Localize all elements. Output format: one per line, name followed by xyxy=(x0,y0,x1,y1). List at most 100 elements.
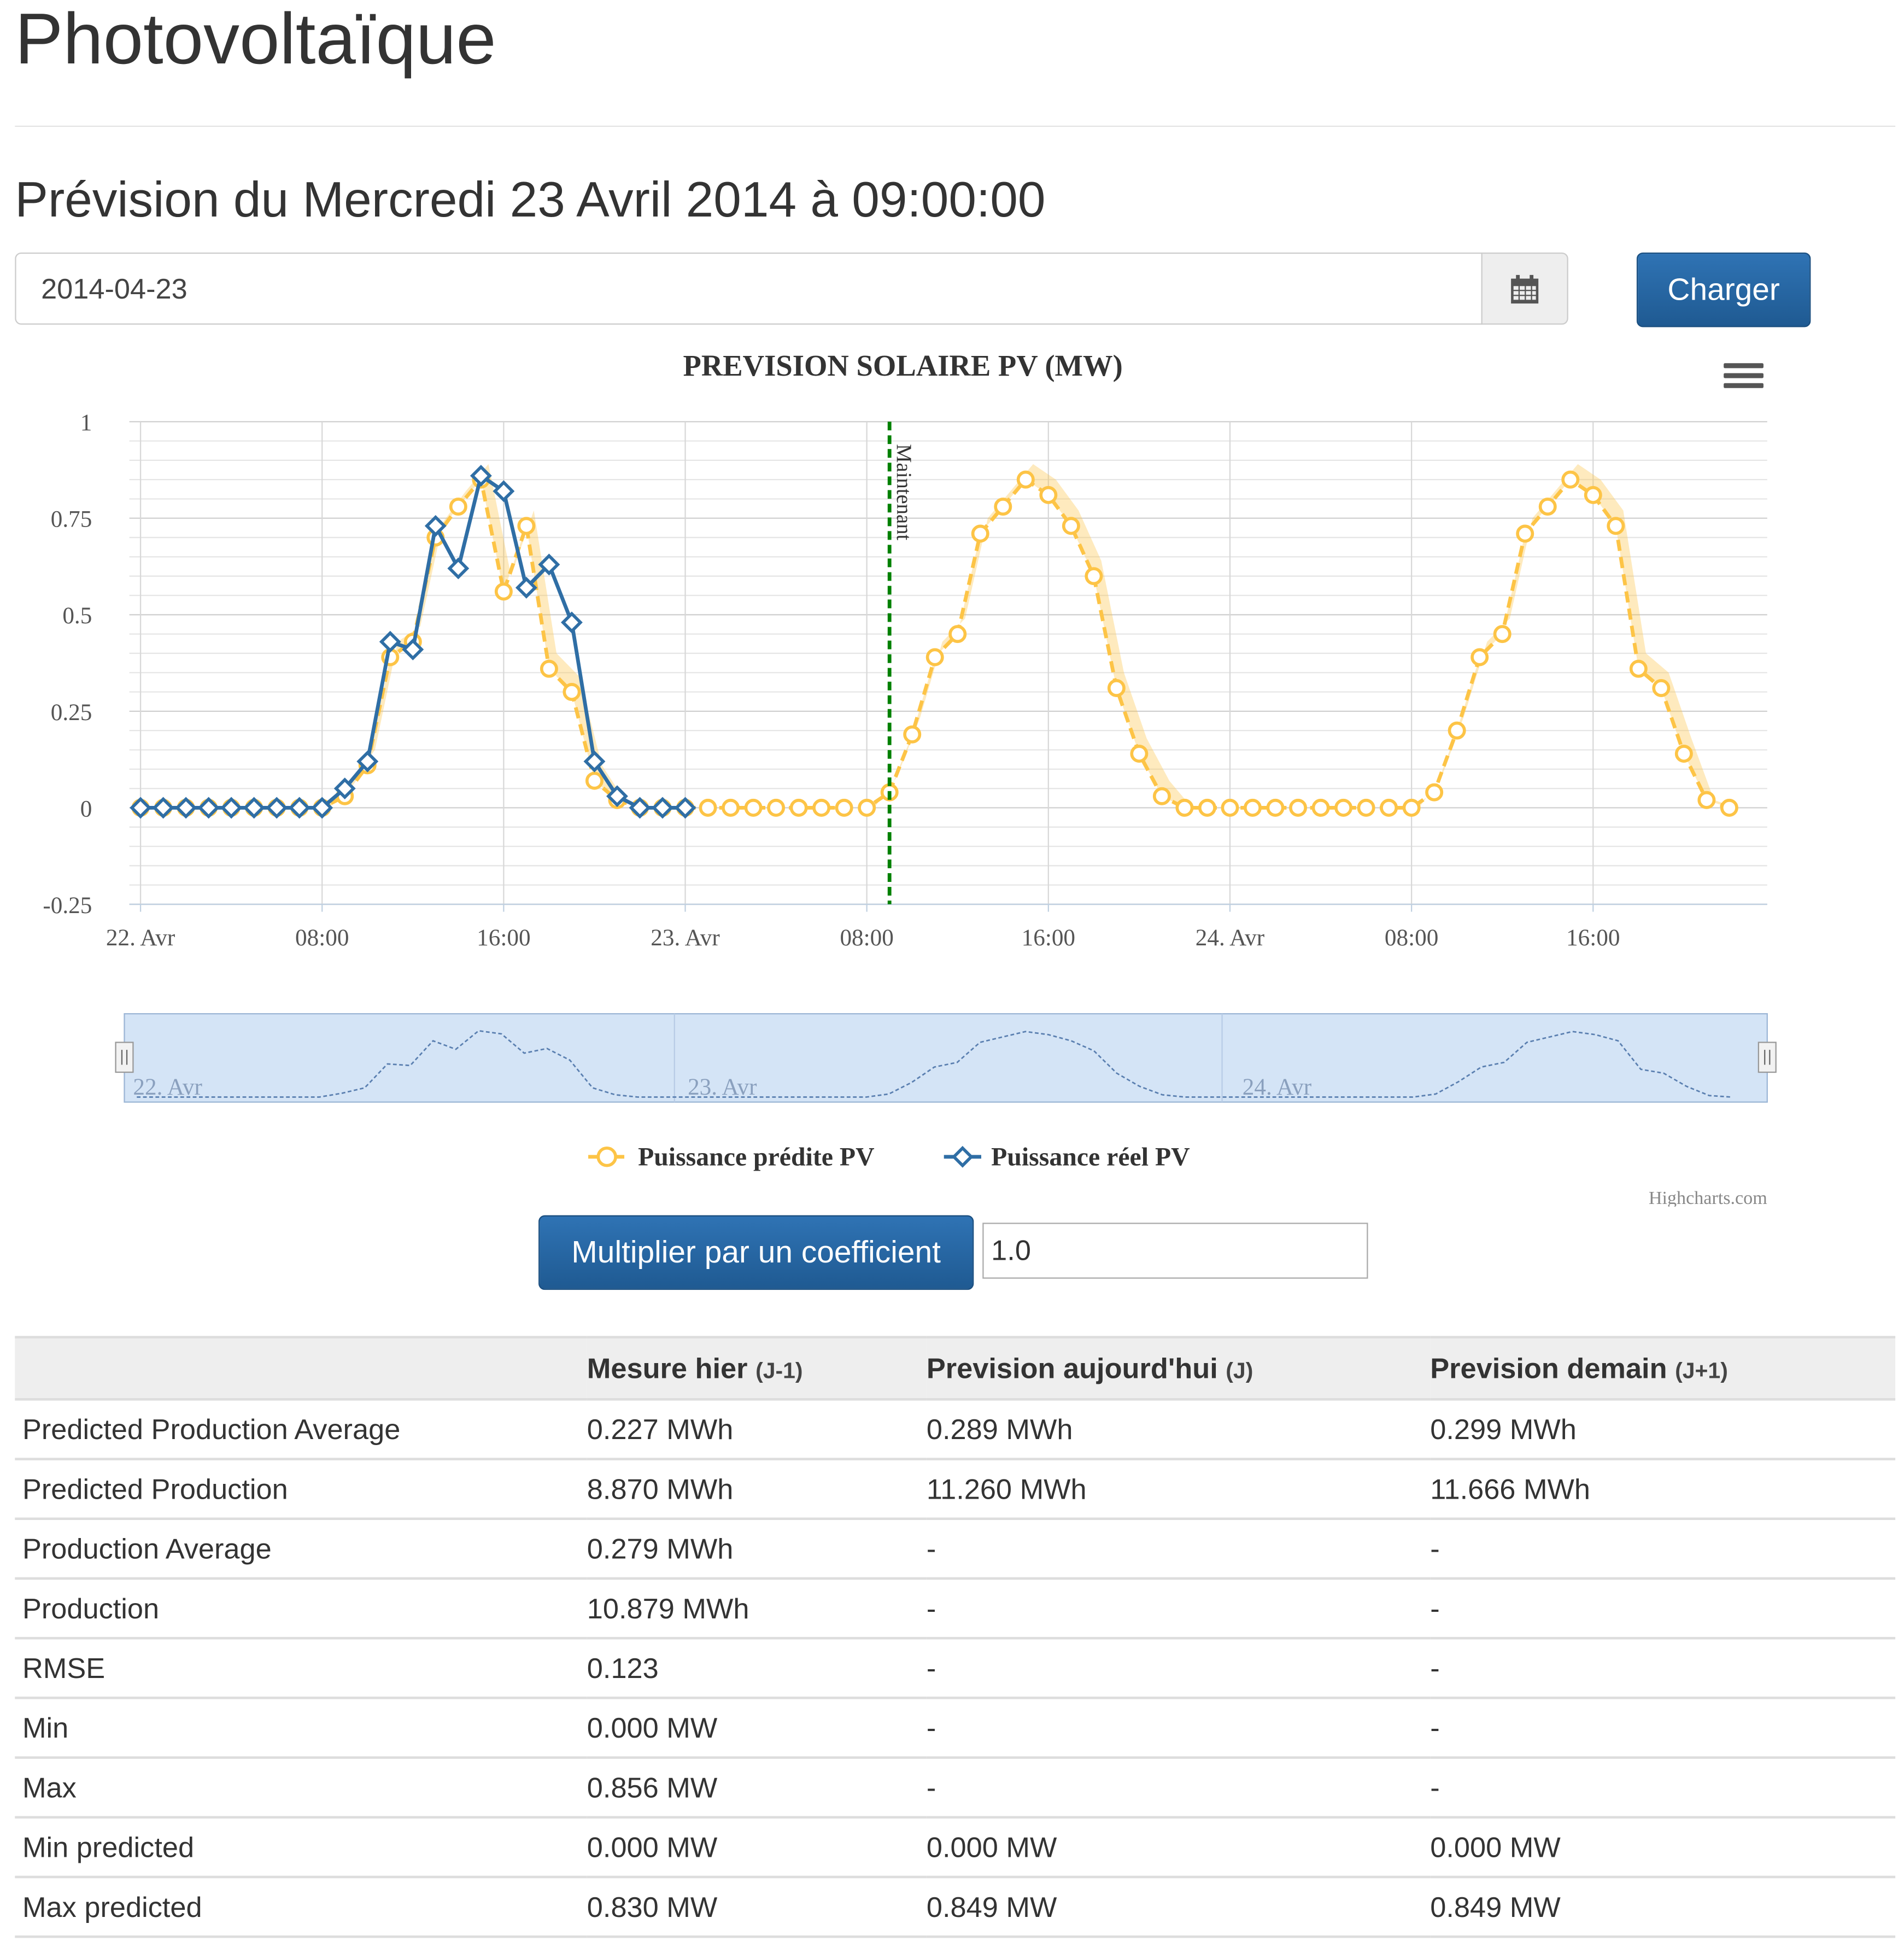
actual-series xyxy=(130,465,696,819)
x-tick-label: 16:00 xyxy=(1022,925,1075,951)
y-tick-label: 1 xyxy=(80,410,92,436)
legend-diamond-marker xyxy=(951,1145,974,1168)
hamburger-menu-icon[interactable] xyxy=(1724,363,1764,388)
predicted-point xyxy=(1720,798,1738,817)
predicted-point xyxy=(858,798,876,817)
predicted-point xyxy=(1062,517,1080,535)
predicted-point xyxy=(1697,791,1716,809)
page-title: Photovoltaïque xyxy=(15,0,496,80)
x-tick-label: 08:00 xyxy=(840,925,893,951)
navigator[interactable]: 22. Avr 23. Avr 24. Avr xyxy=(115,1013,1777,1103)
predicted-point xyxy=(1448,721,1466,740)
x-axis: 22. Avr 08:00 16:00 23. Avr 08:00 16:00 24. Av… xyxy=(106,904,1620,951)
predicted-point xyxy=(1289,798,1308,817)
x-tick-label: 23. Avr xyxy=(651,925,720,951)
predicted-point xyxy=(1152,787,1171,805)
actual-point xyxy=(560,611,583,634)
load-button[interactable]: Charger xyxy=(1636,252,1811,328)
navigator-label: 24. Avr xyxy=(1243,1074,1312,1100)
predicted-point xyxy=(971,524,989,543)
legend-item-actual[interactable]: Puissance réel PV xyxy=(944,1143,1190,1172)
credits-link[interactable]: Highcharts.com xyxy=(1649,1188,1767,1207)
predicted-point xyxy=(1130,745,1149,763)
page-root: Photovoltaïque Prévision du Mercredi 23 … xyxy=(0,0,1904,1946)
predicted-point xyxy=(722,798,740,817)
table-row: Production 10.879 MWh - - xyxy=(15,1578,1896,1640)
predicted-point xyxy=(1039,486,1058,504)
x-tick-label: 24. Avr xyxy=(1196,925,1265,951)
predicted-point xyxy=(744,798,763,817)
predicted-point xyxy=(1629,659,1648,678)
predicted-point xyxy=(903,725,922,744)
predicted-point xyxy=(563,683,581,701)
predicted-point xyxy=(789,798,808,817)
predicted-point xyxy=(540,659,558,678)
legend-item-predicted[interactable]: Puissance prédite PV xyxy=(588,1143,875,1172)
predicted-point xyxy=(494,582,513,601)
predicted-point xyxy=(948,625,967,644)
multiply-coefficient-button[interactable]: Multiplier par un coefficient xyxy=(538,1215,974,1290)
predicted-point xyxy=(994,498,1012,516)
navigator-handle[interactable] xyxy=(1757,1042,1777,1073)
predicted-point xyxy=(1357,798,1375,817)
predicted-point xyxy=(1380,798,1398,817)
table-row: Production Average 0.279 MWh - - xyxy=(15,1518,1896,1580)
predicted-point xyxy=(1085,567,1103,586)
predicted-point xyxy=(1175,798,1194,817)
divider xyxy=(15,125,1896,127)
now-plot-line: Maintenant xyxy=(887,422,915,904)
predicted-point xyxy=(1221,798,1239,817)
predicted-point xyxy=(1607,517,1625,535)
date-picker-group xyxy=(15,252,1569,328)
table-row: Max 0.856 MW - - xyxy=(15,1757,1896,1819)
navigator-selection xyxy=(124,1013,1768,1103)
navigator-label: 22. Avr xyxy=(133,1074,202,1100)
table-row: Min 0.000 MW - - xyxy=(15,1698,1896,1759)
predicted-point xyxy=(1334,798,1353,817)
predicted-point xyxy=(1674,745,1693,763)
predicted-point xyxy=(1516,524,1534,543)
y-tick-label: 0.5 xyxy=(62,603,92,629)
y-tick-label: 0.25 xyxy=(51,699,92,726)
calendar-icon xyxy=(1511,274,1539,304)
x-tick-label: 08:00 xyxy=(1385,925,1438,951)
predicted-point xyxy=(1652,679,1671,697)
table-header-yesterday: Mesure hier (J-1) xyxy=(587,1336,927,1401)
navigator-handle[interactable] xyxy=(115,1042,134,1073)
predicted-series-line xyxy=(140,475,1730,810)
table-row: Predicted Production 8.870 MWh 11.260 MWh 1… xyxy=(15,1459,1896,1521)
predicted-point xyxy=(517,517,536,535)
predicted-point xyxy=(835,798,853,817)
predicted-point xyxy=(1016,470,1035,489)
table-header-tomorrow: Prevision demain (J+1) xyxy=(1430,1336,1896,1401)
predicted-point xyxy=(1198,798,1216,817)
predicted-point xyxy=(767,798,786,817)
legend-circle-marker xyxy=(596,1146,617,1167)
actual-point xyxy=(447,557,470,580)
coefficient-input[interactable] xyxy=(982,1223,1368,1279)
table-header-row: Mesure hier (J-1) Prevision aujourd'hui … xyxy=(15,1336,1896,1401)
table-row: Min predicted 0.000 MW 0.000 MW 0.000 MW xyxy=(15,1817,1896,1879)
calendar-button[interactable] xyxy=(1481,252,1568,325)
table-row: Predicted Production Average 0.227 MWh 0.2… xyxy=(15,1399,1896,1460)
table-row: Max predicted 0.830 MW 0.849 MW 0.849 MW xyxy=(15,1876,1896,1938)
predicted-point xyxy=(449,498,467,516)
x-tick-label: 08:00 xyxy=(295,925,349,951)
x-tick-label: 16:00 xyxy=(477,925,530,951)
x-tick-label: 22. Avr xyxy=(106,925,175,951)
predicted-point xyxy=(1561,470,1580,489)
legend-label: Puissance réel PV xyxy=(991,1143,1190,1172)
predicted-point xyxy=(1471,648,1489,666)
pv-forecast-chart: PREVISION SOLAIRE PV (MW) 1 0.75 0.5 0.25 0 -… xyxy=(43,349,1777,1207)
chart-grid xyxy=(129,421,1767,905)
now-line-label: Maintenant xyxy=(892,444,915,540)
table-row: RMSE 0.123- - xyxy=(15,1638,1896,1699)
predicted-point xyxy=(1402,798,1421,817)
x-tick-label: 16:00 xyxy=(1566,925,1620,951)
predicted-point xyxy=(925,648,944,666)
legend-label: Puissance prédite PV xyxy=(638,1143,875,1172)
predicted-point xyxy=(1425,783,1444,802)
date-input[interactable] xyxy=(15,252,1483,325)
table-header-empty xyxy=(15,1336,587,1401)
predicted-point xyxy=(1266,798,1285,817)
